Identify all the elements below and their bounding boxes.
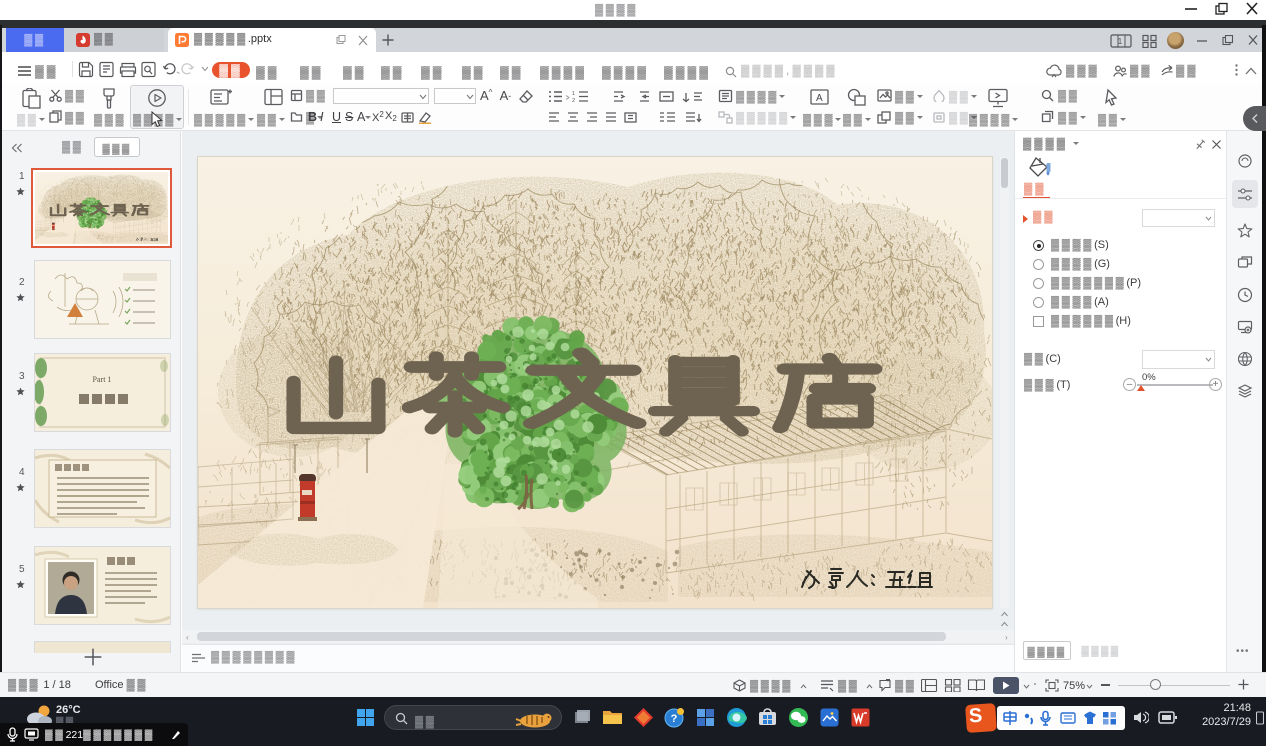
svg-text:A: A	[816, 93, 823, 104]
svg-text:1: 1	[572, 91, 575, 97]
svg-text:2: 2	[572, 98, 575, 103]
svg-text:?: ?	[671, 713, 678, 725]
svg-text:1: 1	[1118, 37, 1123, 46]
svg-text:Part 1: Part 1	[93, 375, 112, 384]
